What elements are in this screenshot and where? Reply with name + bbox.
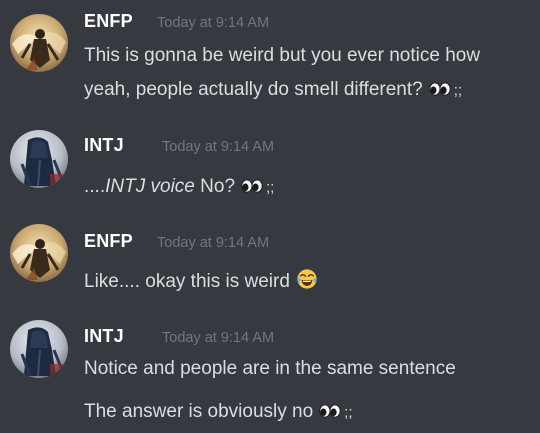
- message-line: Like.... okay this is weird: [84, 268, 318, 293]
- timestamp: Today at 9:14 AM: [157, 15, 270, 31]
- message-text: No?: [194, 176, 236, 197]
- message-text: Like.... okay this is weird: [84, 271, 290, 292]
- message-text-italic: INTJ voice: [105, 176, 195, 197]
- chat-messages: ENFP Today at 9:14 AM This is gonna be w…: [0, 0, 540, 433]
- message-suffix: ;;: [453, 82, 463, 99]
- message-suffix: ;;: [344, 404, 353, 421]
- message-line: The answer is obviously no;;: [84, 401, 353, 423]
- eyes-icon: [241, 179, 263, 193]
- intj-avatar[interactable]: [10, 320, 68, 378]
- tears-of-joy-icon: [296, 268, 318, 290]
- intj-avatar[interactable]: [10, 130, 68, 188]
- message-text: The answer is obviously no: [84, 401, 314, 422]
- eyes-icon: [429, 82, 451, 96]
- message-line: yeah, people actually do smell different…: [84, 79, 462, 101]
- enfp-avatar[interactable]: [10, 14, 68, 72]
- username[interactable]: ENFP: [84, 11, 133, 32]
- message-line: Notice and people are in the same senten…: [84, 358, 456, 380]
- username[interactable]: ENFP: [84, 231, 133, 252]
- username[interactable]: INTJ: [84, 326, 124, 347]
- username[interactable]: INTJ: [84, 135, 124, 156]
- message-line: This is gonna be weird but you ever noti…: [84, 45, 480, 67]
- enfp-avatar[interactable]: [10, 224, 68, 282]
- message-line: ....INTJ voice No?;;: [84, 176, 274, 198]
- eyes-icon: [319, 404, 341, 418]
- message-text: This is gonna be weird but you ever noti…: [84, 45, 481, 66]
- timestamp: Today at 9:14 AM: [157, 235, 270, 251]
- timestamp: Today at 9:14 AM: [162, 330, 275, 346]
- message-text: yeah, people actually do smell different…: [84, 79, 423, 100]
- timestamp: Today at 9:14 AM: [162, 139, 275, 155]
- message-text: Notice and people are in the same senten…: [84, 358, 456, 379]
- message-text-prefix: ....: [84, 176, 106, 197]
- message-suffix: ;;: [266, 179, 275, 196]
